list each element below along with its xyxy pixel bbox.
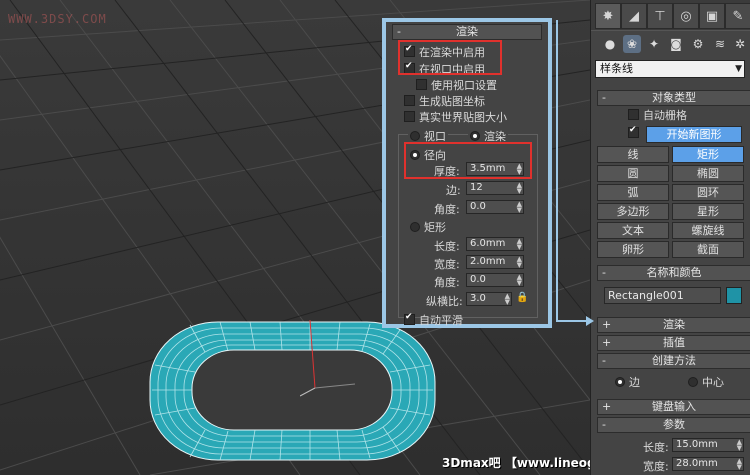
- param-length-label: 长度:: [643, 441, 669, 454]
- expand-icon: +: [602, 336, 612, 349]
- object-color-swatch[interactable]: [726, 287, 742, 304]
- rendering-rollout-title[interactable]: - 渲染: [392, 24, 542, 40]
- create-tab-icon[interactable]: ✸: [595, 3, 621, 29]
- spinner-arrows-icon[interactable]: ▲ ▼: [737, 439, 742, 452]
- rectangle-shape-mesh[interactable]: [149, 321, 436, 461]
- utilities-tab-icon[interactable]: ✎: [725, 3, 750, 29]
- shape-button-rectangle[interactable]: 矩形: [672, 146, 744, 163]
- lights-icon[interactable]: ✦: [645, 35, 663, 53]
- radial-sides-label: 边:: [446, 184, 461, 197]
- expand-icon: +: [602, 400, 612, 413]
- object-type-rollout-header[interactable]: - 对象类型: [597, 90, 750, 106]
- collapse-icon: -: [602, 418, 606, 431]
- creation-center-radio[interactable]: 中心: [688, 374, 724, 390]
- real-world-map-size-checkbox[interactable]: 真实世界贴图大小: [404, 109, 507, 125]
- creation-method-rollout-header[interactable]: - 创建方法: [597, 353, 750, 369]
- collapse-icon: -: [602, 354, 606, 367]
- display-tab-icon[interactable]: ▣: [699, 3, 725, 29]
- space-warps-icon[interactable]: ≋: [711, 35, 729, 53]
- spinner-arrows-icon[interactable]: ▲ ▼: [517, 201, 522, 214]
- shapes-icon[interactable]: ❀: [623, 35, 641, 53]
- rect-width-label: 宽度:: [434, 258, 460, 271]
- rect-width-spinner[interactable]: 2.0mm ▲ ▼: [466, 255, 524, 269]
- rect-length-spinner[interactable]: 6.0mm ▲ ▼: [466, 237, 524, 251]
- aspect-lock-icon[interactable]: 🔒: [516, 292, 528, 303]
- use-viewport-settings-checkbox[interactable]: 使用视口设置: [416, 77, 497, 93]
- motion-tab-icon[interactable]: ◎: [673, 3, 699, 29]
- parameters-rollout-header[interactable]: - 参数: [597, 417, 750, 433]
- shape-button-arc[interactable]: 弧: [597, 184, 669, 201]
- footer-credit: 3Dmax吧 【www.lineog.com/tieba/1771】: [442, 456, 590, 470]
- shape-button-circle[interactable]: 圆: [597, 165, 669, 182]
- shape-button-ngon[interactable]: 多边形: [597, 203, 669, 220]
- systems-icon[interactable]: ✲: [731, 35, 749, 53]
- command-panel-tabs: ✸ ◢ ⊤ ◎ ▣ ✎: [591, 0, 750, 31]
- shape-button-egg[interactable]: 卵形: [597, 241, 669, 258]
- param-width-spinner[interactable]: 28.0mm ▲ ▼: [672, 457, 744, 471]
- spinner-arrows-icon[interactable]: ▲ ▼: [517, 256, 522, 269]
- hierarchy-tab-icon[interactable]: ⊤: [647, 3, 673, 29]
- collapse-icon: -: [602, 266, 606, 279]
- generate-mapping-coords-checkbox[interactable]: 生成贴图坐标: [404, 93, 485, 109]
- rect-aspect-spinner[interactable]: 3.0 ▲ ▼: [466, 292, 512, 306]
- creation-edge-radio[interactable]: 边: [615, 374, 640, 390]
- rect-angle-spinner[interactable]: 0.0 ▲ ▼: [466, 273, 524, 287]
- radial-angle-spinner[interactable]: 0.0 ▲ ▼: [466, 200, 524, 214]
- shape-button-helix[interactable]: 螺旋线: [672, 222, 744, 239]
- spinner-arrows-icon[interactable]: ▲ ▼: [517, 238, 522, 251]
- callout-connector: [556, 320, 588, 322]
- create-subcategories: ● ❀ ✦ ◙ ⚙ ≋ ✲: [591, 33, 750, 55]
- chevron-down-icon: ▼: [735, 64, 742, 74]
- spinner-arrows-icon[interactable]: ▲ ▼: [517, 182, 522, 195]
- expand-icon: +: [602, 318, 612, 331]
- shape-button-line[interactable]: 线: [597, 146, 669, 163]
- object-name-input[interactable]: Rectangle001: [604, 287, 721, 304]
- start-new-shape-checkbox[interactable]: [628, 125, 643, 140]
- interpolation-rollout-header[interactable]: + 插值: [597, 335, 750, 351]
- rect-angle-label: 角度:: [434, 276, 460, 289]
- rect-length-label: 长度:: [434, 240, 460, 253]
- spinner-arrows-icon[interactable]: ▲ ▼: [505, 293, 510, 306]
- collapse-icon: -: [602, 91, 606, 104]
- keyboard-entry-rollout-header[interactable]: + 键盘输入: [597, 399, 750, 415]
- auto-grid-checkbox[interactable]: 自动栅格: [628, 107, 687, 123]
- start-new-shape-button[interactable]: 开始新图形: [646, 126, 742, 143]
- object-category-dropdown[interactable]: 样条线 ▼: [595, 60, 745, 78]
- shape-button-ellipse[interactable]: 椭圆: [672, 165, 744, 182]
- radial-angle-label: 角度:: [434, 203, 460, 216]
- rendering-rollout-header[interactable]: + 渲染: [597, 317, 750, 333]
- callout-connector: [556, 20, 558, 322]
- watermark: WWW.3DSY.COM: [8, 12, 107, 26]
- geometry-icon[interactable]: ●: [601, 35, 619, 53]
- highlight-enable-checkboxes: [398, 40, 502, 75]
- collapse-icon: -: [397, 25, 401, 38]
- callout-arrow-icon: [586, 316, 594, 326]
- cameras-icon[interactable]: ◙: [667, 35, 685, 53]
- shape-button-donut[interactable]: 圆环: [672, 184, 744, 201]
- helpers-icon[interactable]: ⚙: [689, 35, 707, 53]
- name-and-color-rollout-header[interactable]: - 名称和颜色: [597, 265, 750, 281]
- rectangular-radio[interactable]: 矩形: [410, 219, 446, 235]
- transform-gizmo[interactable]: [300, 318, 360, 398]
- param-width-label: 宽度:: [643, 460, 669, 473]
- rect-aspect-label: 纵横比:: [426, 295, 463, 308]
- radial-sides-spinner[interactable]: 12 ▲ ▼: [466, 181, 524, 195]
- auto-smooth-checkbox[interactable]: 自动平滑: [404, 312, 463, 328]
- spinner-arrows-icon[interactable]: ▲ ▼: [737, 458, 742, 471]
- shape-button-star[interactable]: 星形: [672, 203, 744, 220]
- rendering-rollout-zoom: - 渲染 在渲染中启用 在视口中启用 使用视口设置 生成贴图坐标 真实世界贴图大…: [382, 18, 552, 328]
- shape-button-text[interactable]: 文本: [597, 222, 669, 239]
- spinner-arrows-icon[interactable]: ▲ ▼: [517, 274, 522, 287]
- highlight-radial-thickness: [404, 142, 532, 179]
- param-length-spinner[interactable]: 15.0mm ▲ ▼: [672, 438, 744, 452]
- modify-tab-icon[interactable]: ◢: [621, 3, 647, 29]
- shape-button-section[interactable]: 截面: [672, 241, 744, 258]
